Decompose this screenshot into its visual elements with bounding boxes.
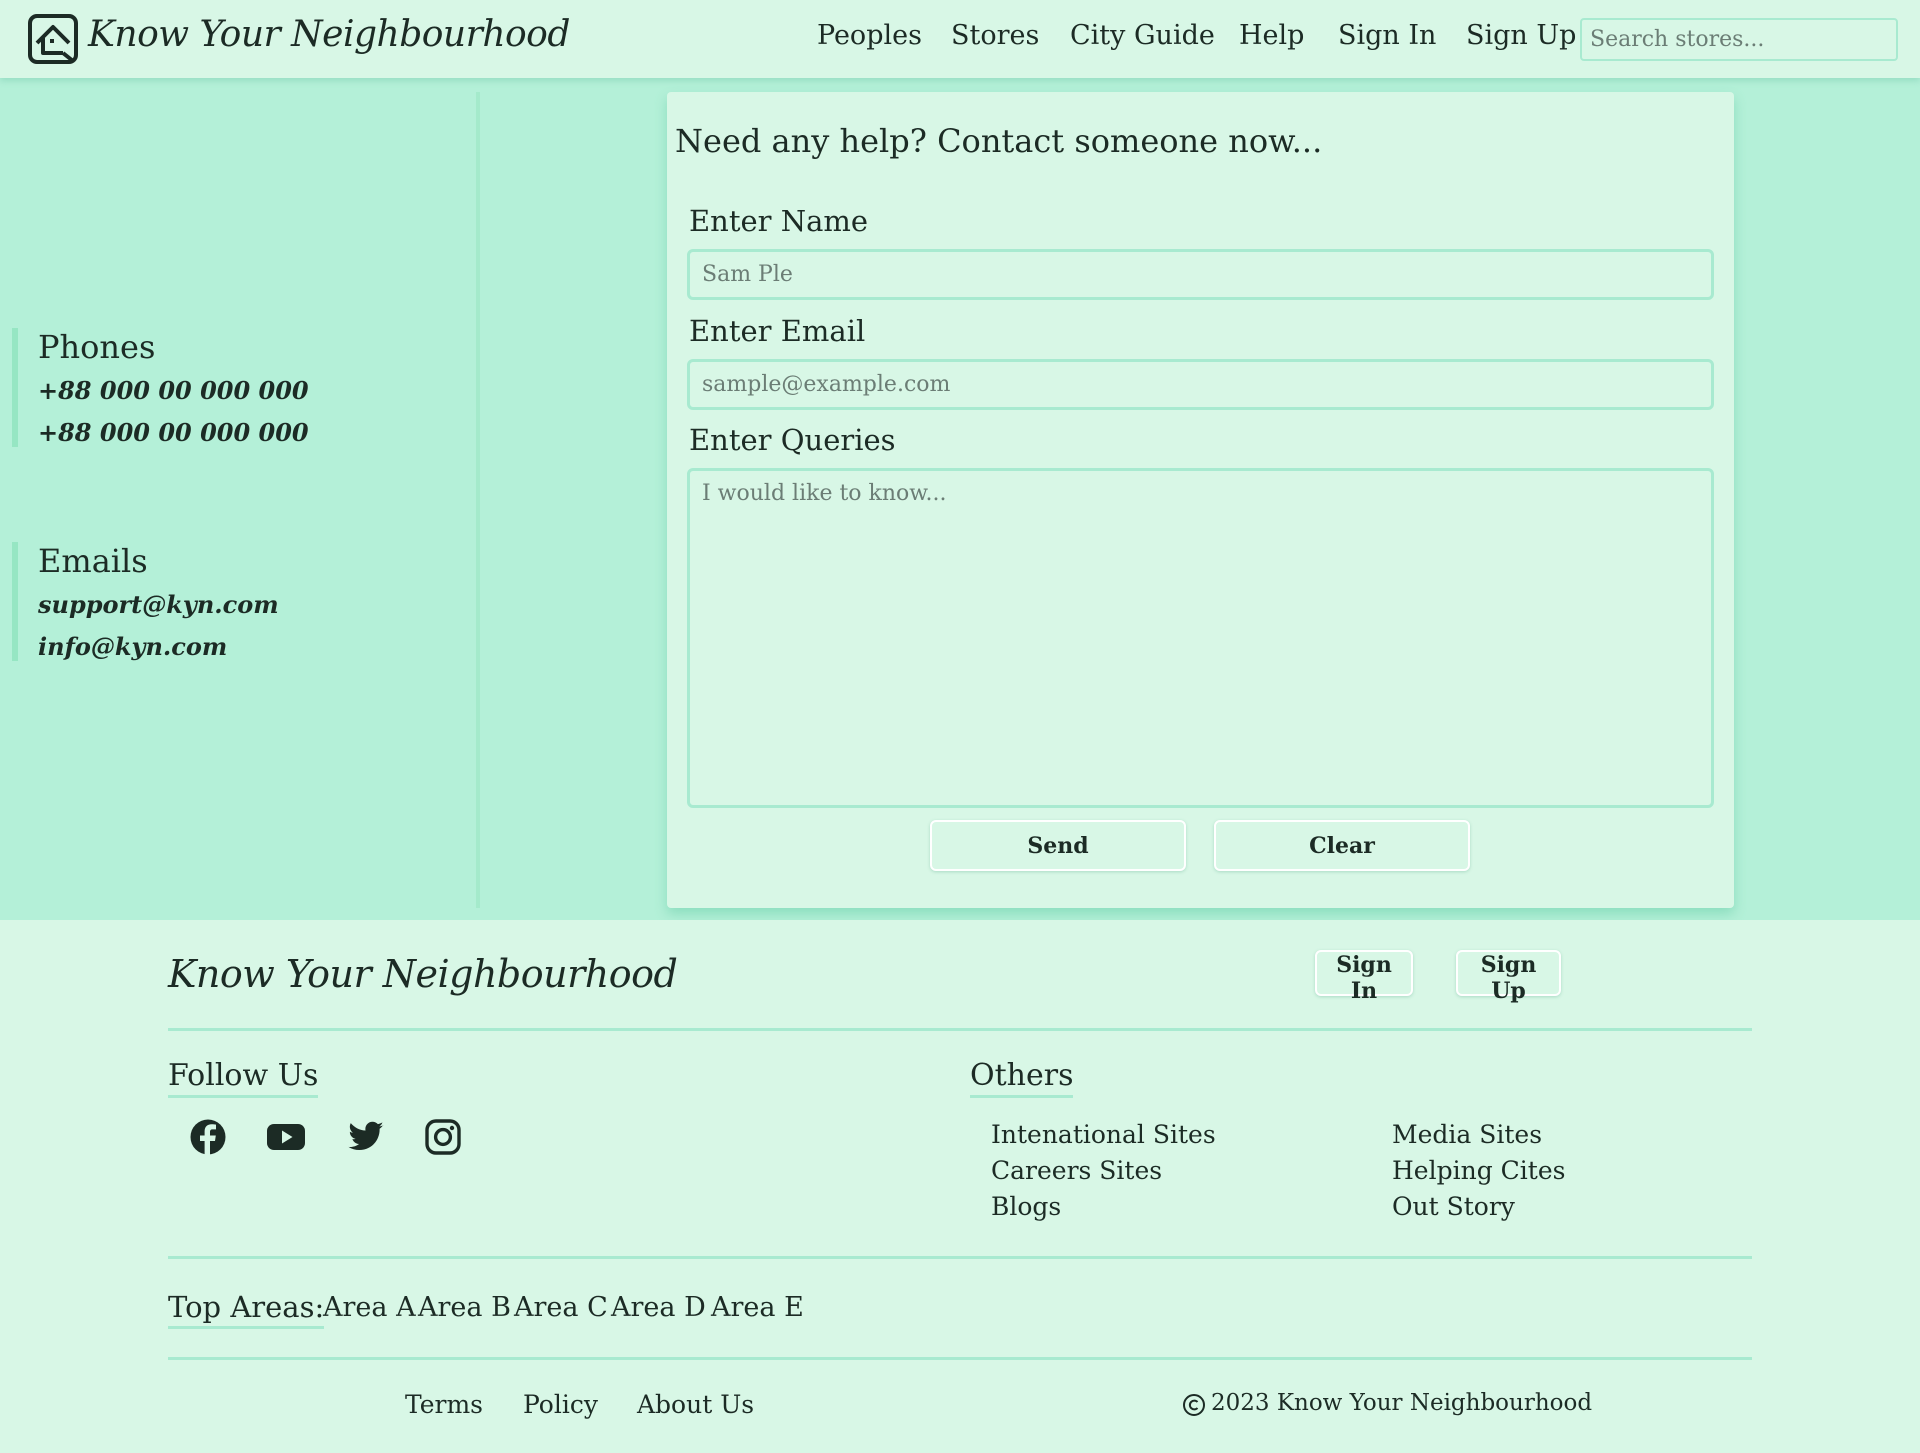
house-logo-icon[interactable]	[27, 13, 79, 65]
link-terms[interactable]: Terms	[405, 1390, 483, 1419]
area-link[interactable]: Area C	[514, 1292, 608, 1323]
form-title: Need any help? Contact someone now...	[675, 122, 1323, 160]
queries-label: Enter Queries	[689, 423, 896, 457]
link-helping-cites[interactable]: Helping Cites	[1392, 1156, 1565, 1185]
queries-field[interactable]	[687, 468, 1714, 808]
nav-stores[interactable]: Stores	[951, 20, 1039, 51]
footer: Know Your Neighbourhood Sign In Sign Up …	[0, 920, 1920, 1453]
contact-form: Need any help? Contact someone now... En…	[667, 92, 1734, 908]
footer-sign-in-button[interactable]: Sign In	[1315, 950, 1413, 1004]
nav-help[interactable]: Help	[1239, 20, 1304, 51]
area-link[interactable]: Area D	[611, 1292, 706, 1323]
link-about-us[interactable]: About Us	[637, 1390, 754, 1419]
sidebar-divider	[476, 92, 480, 908]
phone-number[interactable]: +88 000 00 000 000	[38, 418, 309, 447]
nav-peoples[interactable]: Peoples	[817, 20, 922, 51]
send-button[interactable]: Send	[930, 820, 1186, 871]
link-policy[interactable]: Policy	[523, 1390, 598, 1419]
copyright-icon	[1183, 1394, 1205, 1416]
link-out-story[interactable]: Out Story	[1392, 1192, 1515, 1221]
link-careers-sites[interactable]: Careers Sites	[991, 1156, 1162, 1185]
footer-sign-up-button[interactable]: Sign Up	[1456, 950, 1561, 1004]
navbar: Know Your Neighbourhood Peoples Stores C…	[0, 0, 1920, 78]
link-media-sites[interactable]: Media Sites	[1392, 1120, 1542, 1149]
email-address[interactable]: support@kyn.com	[38, 590, 279, 619]
emails-block: Emails support@kyn.com info@kyn.com	[12, 542, 279, 661]
email-address[interactable]: info@kyn.com	[38, 632, 279, 661]
footer-divider	[168, 1357, 1752, 1360]
name-label: Enter Name	[689, 204, 869, 238]
area-link[interactable]: Area B	[418, 1292, 511, 1323]
email-label: Enter Email	[689, 314, 866, 348]
link-international-sites[interactable]: Intenational Sites	[991, 1120, 1216, 1149]
footer-divider	[168, 1256, 1752, 1259]
email-field[interactable]	[687, 359, 1714, 410]
footer-brand[interactable]: Know Your Neighbourhood	[168, 952, 678, 996]
link-blogs[interactable]: Blogs	[991, 1192, 1061, 1221]
phones-title: Phones	[38, 328, 156, 366]
footer-divider	[168, 1028, 1752, 1031]
emails-title: Emails	[38, 542, 148, 580]
area-link[interactable]: Area E	[711, 1292, 804, 1323]
top-areas-label: Top Areas:	[168, 1290, 325, 1329]
nav-sign-up[interactable]: Sign Up	[1466, 20, 1576, 51]
nav-city-guide[interactable]: City Guide	[1070, 20, 1215, 51]
instagram-icon[interactable]	[424, 1118, 462, 1156]
facebook-icon[interactable]	[189, 1118, 227, 1156]
twitter-icon[interactable]	[347, 1118, 385, 1156]
nav-sign-in[interactable]: Sign In	[1338, 20, 1436, 51]
contact-section: Phones +88 000 00 000 000 +88 000 00 000…	[0, 78, 1920, 920]
follow-us-heading: Follow Us	[168, 1058, 319, 1098]
youtube-icon[interactable]	[267, 1118, 305, 1156]
copyright-text: 2023 Know Your Neighbourhood	[1211, 1390, 1593, 1416]
clear-button[interactable]: Clear	[1214, 820, 1470, 871]
brand-name[interactable]: Know Your Neighbourhood	[88, 14, 570, 55]
name-field[interactable]	[687, 249, 1714, 300]
area-link[interactable]: Area A	[323, 1292, 416, 1323]
others-heading: Others	[970, 1058, 1074, 1098]
phone-number[interactable]: +88 000 00 000 000	[38, 376, 309, 405]
search-input[interactable]	[1580, 18, 1898, 61]
phones-block: Phones +88 000 00 000 000 +88 000 00 000…	[12, 328, 309, 447]
